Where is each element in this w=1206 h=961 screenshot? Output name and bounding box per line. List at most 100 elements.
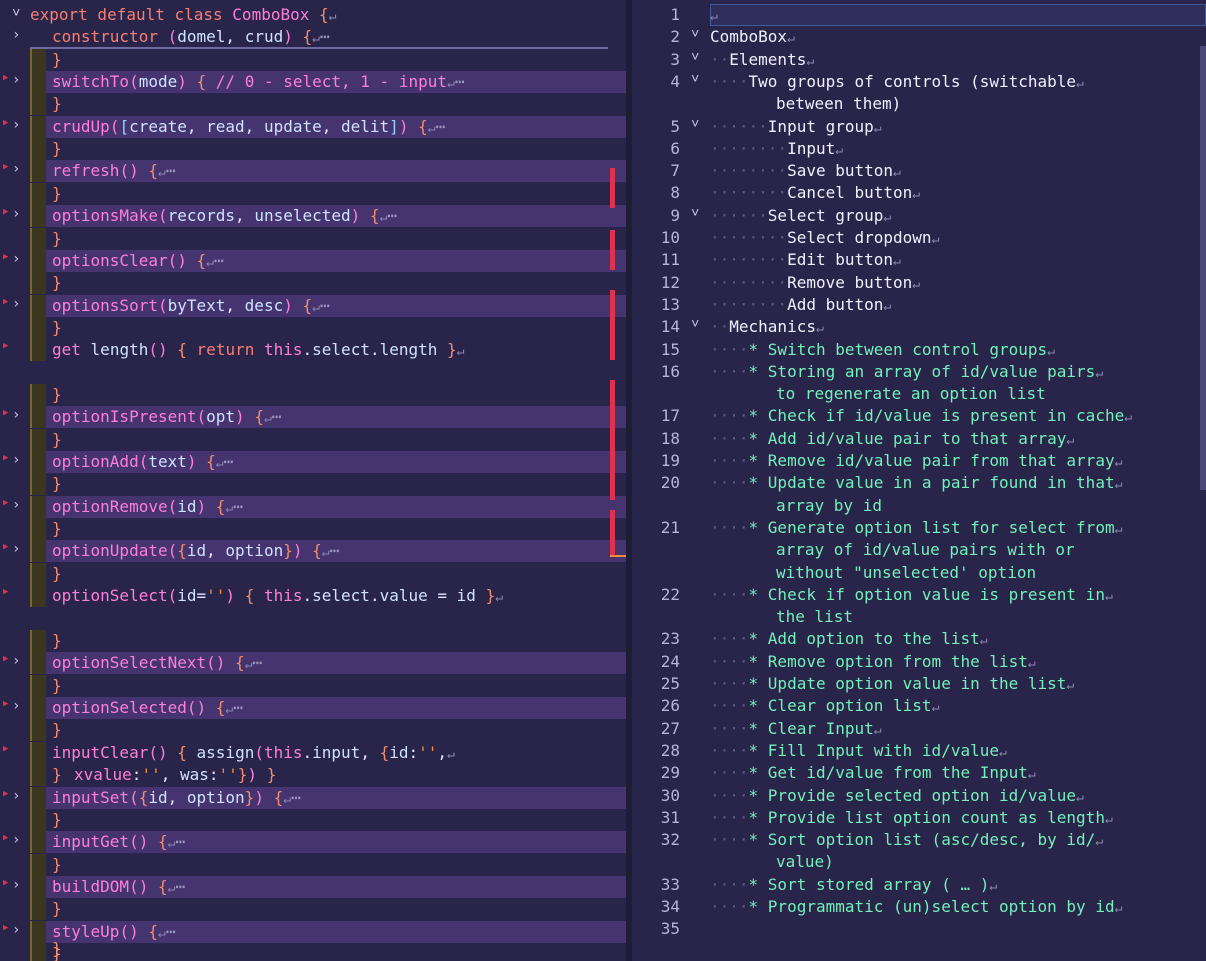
outline-line[interactable]: 1 ↵ (632, 4, 1206, 26)
chevron-down-icon[interactable]: ˅ (691, 316, 699, 333)
outline-text: ····* Generate option list for select fr… (710, 517, 1123, 537)
method-line[interactable]: ▶ › optionIsPresent(opt) {↵⋯ (0, 406, 626, 429)
method-line[interactable]: ▶ › optionRemove(id) {↵⋯ (0, 495, 626, 518)
left-editor-pane[interactable]: ˅ export default class ComboBox {↵ › constr… (0, 0, 626, 961)
class-declaration-line[interactable]: ˅ export default class ComboBox {↵ (0, 4, 626, 26)
outline-line[interactable]: 15 ····* Switch between control groups↵ (632, 339, 1206, 361)
chevron-right-icon[interactable]: › (12, 788, 20, 804)
outline-line[interactable]: 16 ····* Storing an array of id/value pai… (632, 361, 1206, 383)
outline-line[interactable]: 20 ····* Update value in a pair found in … (632, 472, 1206, 494)
chevron-right-icon[interactable]: › (12, 497, 20, 513)
chevron-right-icon[interactable]: › (12, 653, 20, 669)
line-number: 16 (660, 361, 680, 381)
line-number: 7 (670, 161, 680, 181)
method-line[interactable]: ▶ › inputSet({id, option}) {↵⋯ (0, 786, 626, 809)
outline-line[interactable]: 26 ····* Clear option list↵ (632, 695, 1206, 717)
chevron-right-icon[interactable]: › (12, 541, 20, 557)
outline-line[interactable]: 13 ········Add button↵ (632, 294, 1206, 316)
method-line[interactable]: ▶ inputClear() { assign(this.input, {id:'… (0, 741, 626, 784)
chevron-right-icon[interactable]: › (12, 407, 20, 423)
outline-line[interactable]: 3 ˅ ··Elements↵ (632, 49, 1206, 71)
chevron-right-icon[interactable]: › (12, 161, 20, 177)
indent-guide (30, 764, 46, 787)
diff-marker-icon: ▶ (3, 341, 9, 352)
method-line[interactable]: ▶ get length() { return this.select.lengt… (0, 339, 626, 362)
outline-line[interactable]: 27 ····* Clear Input↵ (632, 718, 1206, 740)
outline-line[interactable]: 35 (632, 918, 1206, 940)
method-line[interactable]: ▶ › switchTo(mode) { // 0 - select, 1 - in… (0, 71, 626, 94)
chevron-down-icon[interactable]: ˅ (12, 5, 20, 22)
indent-guide (30, 71, 46, 94)
indent-guide (30, 540, 46, 563)
outline-line[interactable]: 10 ········Select dropdown↵ (632, 227, 1206, 249)
scrollbar-change-marker (610, 380, 615, 500)
outline-line[interactable]: 9 ˅ ······Select group↵ (632, 205, 1206, 227)
chevron-right-icon[interactable]: › (12, 206, 20, 222)
outline-text: ········Edit button↵ (710, 250, 901, 270)
method-line[interactable]: ▶ › optionSelectNext() {↵⋯ (0, 652, 626, 675)
outline-line[interactable]: 2 ˅ ComboBox↵ (632, 26, 1206, 48)
outline-line[interactable]: 12 ········Remove button↵ (632, 272, 1206, 294)
chevron-right-icon[interactable]: › (12, 698, 20, 714)
constructor-line[interactable]: › constructor (domel, crud) {↵⋯ (0, 26, 626, 48)
chevron-right-icon[interactable]: › (12, 251, 20, 267)
outline-line[interactable]: 30 ····* Provide selected option id/value… (632, 785, 1206, 807)
outline-line[interactable]: 28 ····* Fill Input with id/value↵ (632, 740, 1206, 762)
chevron-right-icon[interactable]: › (12, 117, 20, 133)
chevron-down-icon[interactable]: ˅ (691, 71, 699, 88)
outline-line[interactable]: 8 ········Cancel button↵ (632, 182, 1206, 204)
chevron-right-icon[interactable]: › (12, 296, 20, 312)
method-line[interactable]: ▶ › crudUp([create, read, update, delit]) … (0, 115, 626, 138)
outline-line[interactable]: 33 ····* Sort stored array ( … )↵ (632, 874, 1206, 896)
outline-line[interactable]: 31 ····* Provide list option count as len… (632, 807, 1206, 829)
outline-text-wrap: array by id (776, 495, 882, 515)
method-line[interactable]: ▶ › inputGet() {↵⋯ (0, 831, 626, 854)
outline-line[interactable]: 5 ˅ ······Input group↵ (632, 116, 1206, 138)
chevron-right-icon[interactable]: › (12, 922, 20, 938)
chevron-down-icon[interactable]: ˅ (691, 49, 699, 66)
outline-line[interactable]: 32 ····* Sort option list (asc/desc, by i… (632, 829, 1206, 851)
outline-line[interactable]: 7 ········Save button↵ (632, 160, 1206, 182)
chevron-right-icon[interactable]: › (12, 27, 20, 43)
closing-brace-line: } (0, 227, 626, 250)
chevron-right-icon[interactable]: › (12, 832, 20, 848)
line-number: 22 (660, 584, 680, 604)
outline-line[interactable]: 29 ····* Get id/value from the Input↵ (632, 762, 1206, 784)
method-line[interactable]: ▶ › buildDOM() {↵⋯ (0, 876, 626, 898)
chevron-down-icon[interactable]: ˅ (691, 26, 699, 43)
method-line[interactable]: ▶ › refresh() {↵⋯ (0, 160, 626, 183)
method-line[interactable]: ▶ optionSelect(id='') { this.select.value… (0, 585, 626, 608)
outline-line[interactable]: 22 ····* Check if option value is present… (632, 584, 1206, 606)
outline-line[interactable]: 23 ····* Add option to the list↵ (632, 628, 1206, 650)
chevron-right-icon[interactable]: › (12, 72, 20, 88)
chevron-right-icon[interactable]: › (12, 452, 20, 468)
method-line[interactable]: ▶ › optionsClear() {↵⋯ (0, 249, 626, 272)
method-line[interactable]: ▶ › optionSelected() {↵⋯ (0, 696, 626, 719)
method-signature: optionIsPresent(opt) {↵⋯ (52, 407, 282, 427)
outline-line[interactable]: 11 ········Edit button↵ (632, 249, 1206, 271)
outline-line[interactable]: 4 ˅ ····Two groups of controls (switchable… (632, 71, 1206, 93)
method-line[interactable]: ▶ › optionsMake(records, unselected) {↵⋯ (0, 205, 626, 228)
chevron-down-icon[interactable]: ˅ (691, 205, 699, 222)
outline-text: ····* Storing an array of id/value pairs… (710, 361, 1104, 381)
right-scrollbar-thumb[interactable] (1200, 46, 1206, 490)
line-number: 5 (670, 116, 680, 136)
closing-brace: } (52, 474, 62, 494)
chevron-down-icon[interactable]: ˅ (691, 116, 699, 133)
outline-line[interactable]: 6 ········Input↵ (632, 138, 1206, 160)
outline-line[interactable]: 14 ˅ ··Mechanics↵ (632, 316, 1206, 338)
method-line[interactable]: ▶ › optionUpdate({id, option}) {↵⋯ (0, 540, 626, 563)
outline-line[interactable]: 25 ····* Update option value in the list↵ (632, 673, 1206, 695)
outline-line[interactable]: 19 ····* Remove id/value pair from that a… (632, 450, 1206, 472)
outline-line[interactable]: 34 ····* Programmatic (un)select option b… (632, 896, 1206, 918)
outline-line[interactable]: 18 ····* Add id/value pair to that array↵ (632, 428, 1206, 450)
chevron-right-icon[interactable]: › (12, 877, 20, 893)
right-editor-pane[interactable]: 1 ↵ 2 ˅ ComboBox↵ 3 ˅ ··Elements↵ 4 ˅ ····Two grou… (632, 0, 1206, 961)
method-line[interactable]: ▶ › optionAdd(text) {↵⋯ (0, 451, 626, 473)
closing-brace: } (52, 630, 62, 650)
outline-line[interactable]: 24 ····* Remove option from the list↵ (632, 651, 1206, 673)
method-line[interactable]: ▶ › optionsSort(byText, desc) {↵⋯ (0, 294, 626, 317)
outline-line[interactable]: 17 ····* Check if id/value is present in … (632, 405, 1206, 427)
outline-line[interactable]: 21 ····* Generate option list for select … (632, 517, 1206, 539)
indent-guide (30, 115, 46, 138)
